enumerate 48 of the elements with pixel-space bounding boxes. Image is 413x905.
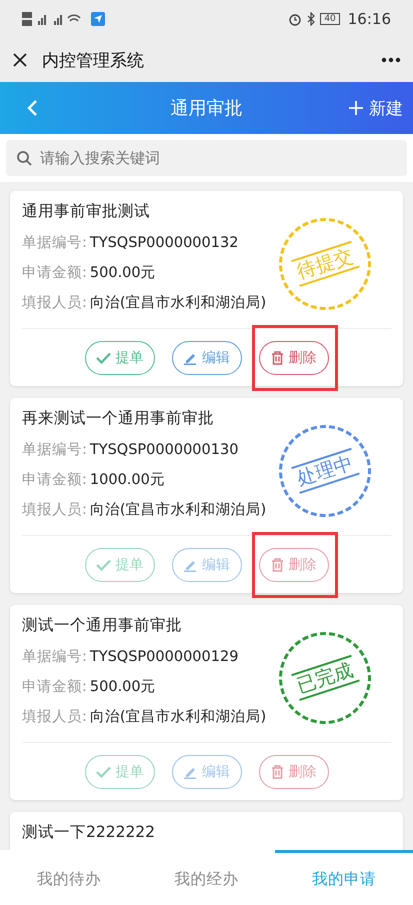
alarm-icon [288,12,302,26]
field-label: 单据编号: [22,441,87,460]
pencil-icon [183,351,197,365]
pencil-icon [183,765,197,779]
trash-icon [270,558,284,572]
close-icon[interactable] [12,52,28,68]
status-time: 16:16 [348,10,391,28]
field-value: TYSQSP0000000132 [90,234,238,253]
field-label: 填报人员: [22,294,87,313]
submit-button[interactable]: 提单 [84,341,154,375]
more-icon[interactable] [381,57,401,63]
field-value: 500.00元 [90,264,156,283]
field-label: 填报人员: [22,501,87,520]
field-value: 向治(宜昌市水利和湖泊局) [90,500,266,520]
bluetooth-icon [307,12,316,26]
field-value: 向治(宜昌市水利和湖泊局) [90,294,266,313]
trash-icon [270,351,284,365]
trash-icon [270,765,284,779]
field-label: 单据编号: [22,648,87,667]
check-icon [96,559,110,571]
pencil-icon [183,558,197,572]
page-title: 通用审批 [170,97,242,120]
field-value: 向治(宜昌市水利和湖泊局) [90,708,266,727]
check-icon [96,352,110,364]
field-label: 单据编号: [22,234,87,253]
field-value: 500.00元 [90,678,156,697]
field-label: 申请金额: [22,470,87,490]
record-title: 测试一下2222222 [22,822,156,843]
delete-button[interactable]: 删除 [258,341,328,375]
back-icon[interactable] [26,99,38,117]
field-value: TYSQSP0000000130 [90,441,238,460]
record-title: 再来测试一个通用事前审批 [22,408,215,429]
field-label: 填报人员: [22,708,87,727]
record-title: 通用事前审批测试 [22,201,151,222]
record-card[interactable]: 测试一下2222222 [10,812,403,850]
field-label: 申请金额: [22,678,87,697]
field-label: 申请金额: [22,264,87,283]
battery-indicator: 40 [320,13,340,25]
record-title: 测试一个通用事前审批 [22,615,183,636]
app-title: 内控管理系统 [42,50,145,72]
new-button[interactable]: 新建 [348,96,403,120]
plus-icon [348,100,364,116]
search-field[interactable]: 请输入搜索关键词 [6,140,407,176]
field-value: TYSQSP0000000129 [90,648,238,667]
check-icon [96,766,110,778]
field-value: 1000.00元 [90,471,165,490]
location-icon [91,12,105,26]
edit-button[interactable]: 编辑 [172,341,242,375]
